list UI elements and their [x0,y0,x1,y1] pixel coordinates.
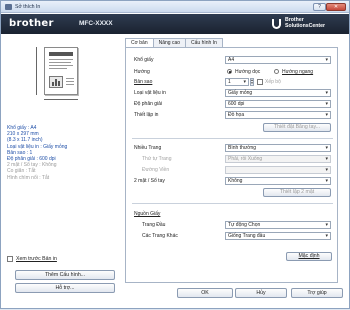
chart-thumbnail-icon [49,76,63,88]
height-dimension-icon [36,47,37,95]
border-line-select[interactable] [225,166,331,174]
landscape-label: Hướng ngang [282,69,314,75]
duplex-select[interactable]: Không [225,177,331,185]
landscape-radio[interactable] [274,69,279,74]
copies-label: Bản sao [134,79,153,85]
print-preview-checkbox[interactable] [7,256,13,262]
close-button[interactable]: ✕ [326,3,346,11]
portrait-label: Hướng dọc [235,69,261,75]
summary-watermark: Hình chìm nổi : Tắt [7,174,50,181]
print-preview-option[interactable]: Xem trước Bản in [7,256,57,262]
text-line [49,68,67,69]
settings-pane: Cơ bản Nâng cao Cấu hình In Khổ giấy A4 … [125,38,338,285]
printer-icon [5,4,12,10]
page-order-select[interactable]: Phải, rồi Xuống [225,155,331,163]
solutions-center-line2: SolutionsCenter [285,22,326,29]
width-dimension-icon [44,99,78,100]
portrait-radio[interactable] [227,69,232,74]
page-thumbnail [44,47,78,95]
support-button[interactable]: Hỗ trợ... [15,283,115,293]
other-pages-label: Các Trang Khác [142,233,178,239]
text-line [49,62,71,63]
orientation-label: Hướng [134,69,150,75]
collate-label: Xếp bộ [265,79,281,85]
other-pages-select[interactable]: Giống Trang đầu [225,232,331,240]
left-pane: Khổ giấy : A4 210 x 297 mm (8.3 x 11.7 i… [1,35,121,310]
resolution-select[interactable]: 600 dpi [225,100,331,108]
copies-input[interactable]: 1 [225,78,249,86]
media-type-select[interactable]: Giấy mỏng [225,89,331,97]
page-preview [29,41,87,109]
help-button[interactable]: Trợ giúp [291,288,343,298]
duplex-label: 2 mặt / Sổ tay [134,178,165,184]
print-preview-label: Xem trước Bản in [16,256,57,262]
page-order-label: Thứ tự Trang [142,156,172,162]
print-settings-label: Thiết lập in [134,112,159,118]
brand-logo: brother [9,18,54,29]
text-line [66,84,74,85]
paper-size-label: Khổ giấy [134,57,154,63]
title-bar: Sở thích In ? ✕ [1,1,349,13]
section-divider [132,203,333,204]
paper-source-label: Nguồn Giấy [134,211,161,217]
first-page-label: Trang Đầu [142,222,166,228]
cancel-button[interactable]: Hủy [235,288,287,298]
help-titlebar-button[interactable]: ? [313,3,326,11]
window-title: Sở thích In [15,4,41,10]
text-line [66,78,74,79]
settings-summary: Khổ giấy : A4 210 x 297 mm (8.3 x 11.7 i… [7,125,119,181]
model-name: MFC-XXXX [79,20,113,27]
collate-checkbox[interactable] [257,79,263,85]
print-settings-select[interactable]: Đồ họa [225,111,331,119]
solutions-center-link[interactable]: Brother SolutionsCenter [285,17,326,29]
border-line-label: Đường Viền [142,167,170,173]
media-type-label: Loại vật liệu in [134,90,166,96]
copies-spinner[interactable]: ▴ ▾ [250,78,254,86]
resolution-label: Độ phân giải [134,101,163,107]
duplex-settings-button[interactable]: Thiết lập 2 mặt [263,188,331,197]
paper-size-select[interactable]: A4 [225,56,331,64]
add-profile-button[interactable]: Thêm Cấu hình... [15,270,115,280]
heading-line [49,52,73,56]
text-line [49,65,73,66]
tab-print-profiles[interactable]: Cấu hình In [185,38,223,47]
text-line [49,59,73,60]
manual-settings-button[interactable]: Thiết đặt Bằng tay... [263,123,331,132]
brand-banner: brother MFC-XXXX Brother SolutionsCenter [1,14,349,34]
printing-preferences-window: Sở thích In ? ✕ brother MFC-XXXX Brother… [0,0,350,309]
solutions-center-icon[interactable] [272,19,281,29]
multipage-select[interactable]: Bình thường [225,144,331,152]
section-divider [132,138,333,139]
default-button[interactable]: Mặc định [286,252,332,261]
ok-button[interactable]: OK [177,288,233,298]
first-page-select[interactable]: Tự động Chọn [225,221,331,229]
basic-tab-panel: Khổ giấy A4 Hướng Hướng dọc Hướng ngang … [125,47,338,283]
tab-advanced[interactable]: Nâng cao [152,38,187,47]
text-line [66,81,74,82]
multipage-label: Nhiều Trang [134,145,162,151]
tab-strip: Cơ bản Nâng cao Cấu hình In [125,38,223,48]
